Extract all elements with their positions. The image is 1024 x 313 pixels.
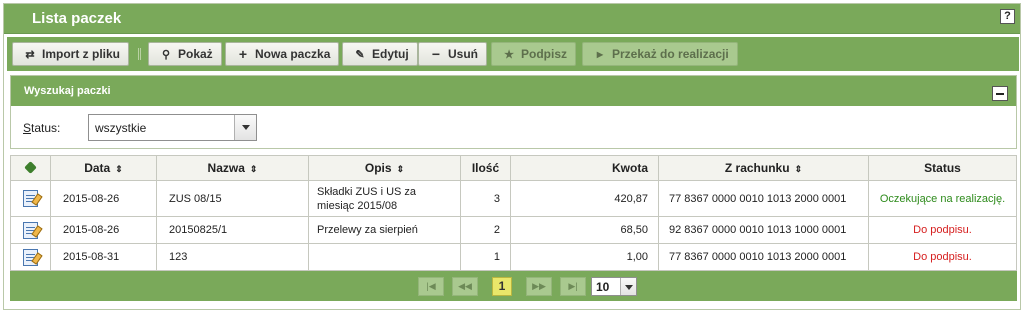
toolbar: ⇄ Import z pliku ⚲ Pokaż + Nowa paczka ✎… <box>7 37 1019 71</box>
play-arrow-icon: ▶ <box>596 49 604 59</box>
column-header-data-label: Data <box>84 161 111 175</box>
show-button[interactable]: ⚲ Pokaż <box>148 42 222 66</box>
edit-button-label: Edytuj <box>372 47 409 61</box>
column-header-status: Status <box>868 155 1017 181</box>
cell-kwota: 68,50 <box>510 216 659 244</box>
table-header-row: Data ⇕ Nazwa ⇕ Opis ⇕ Ilość Kwota Z rachunk… <box>10 155 1017 181</box>
cell-data: 2015-08-31 <box>50 243 157 271</box>
plus-icon: + <box>238 46 248 62</box>
table-row[interactable]: 2015-08-26 ZUS 08/15 Składki ZUS i US za… <box>10 180 1017 217</box>
import-button-label: Import z pliku <box>42 47 120 61</box>
import-button[interactable]: ⇄ Import z pliku <box>12 42 129 66</box>
cell-data: 2015-08-26 <box>50 180 157 217</box>
column-header-opis[interactable]: Opis ⇕ <box>308 155 461 181</box>
tag-icon <box>24 161 37 174</box>
pencil-icon: ✎ <box>355 48 365 61</box>
collapse-button[interactable] <box>992 86 1008 101</box>
column-header-nazwa-label: Nazwa <box>207 161 245 175</box>
sign-button-label: Podpisz <box>521 47 568 61</box>
cell-opis: Przelewy za sierpień <box>308 216 461 244</box>
search-panel: Wyszukaj paczki Status: wszystkie <box>10 75 1017 149</box>
send-to-realization-button[interactable]: ▶ Przekaż do realizacji <box>582 42 738 66</box>
new-package-button-label: Nowa paczka <box>255 47 331 61</box>
cell-rachunek: 77 8367 0000 0010 1013 2000 0001 <box>658 243 869 271</box>
column-header-rachunek[interactable]: Z rachunku ⇕ <box>658 155 869 181</box>
search-panel-header: Wyszukaj paczki <box>11 76 1016 106</box>
cell-status: Do podpisu. <box>868 216 1017 244</box>
cell-opis-line2: miesiąc 2015/08 <box>317 199 398 212</box>
edit-button[interactable]: ✎ Edytuj <box>342 42 418 66</box>
status-select-value: wszystkie <box>95 121 147 135</box>
cell-status: Do podpisu. <box>868 243 1017 271</box>
status-select[interactable]: wszystkie <box>88 114 257 141</box>
packages-table-wrap: Data ⇕ Nazwa ⇕ Opis ⇕ Ilość Kwota Z rachunk… <box>10 155 1017 271</box>
help-button[interactable]: ? <box>1000 9 1015 24</box>
sort-icon: ⇕ <box>794 164 803 174</box>
title-bar: Lista paczek ? <box>4 4 1020 34</box>
search-panel-title: Wyszukaj paczki <box>24 85 111 97</box>
table-row[interactable]: 2015-08-26 20150825/1 Przelewy za sierpi… <box>10 216 1017 244</box>
edit-document-icon[interactable] <box>23 221 38 239</box>
cell-nazwa: ZUS 08/15 <box>156 180 309 217</box>
column-header-kwota: Kwota <box>510 155 659 181</box>
minus-icon: − <box>431 46 441 62</box>
pager: |◀ ◀◀ 1 ▶▶ ▶| 10 <box>10 271 1017 301</box>
cell-ilosc: 3 <box>460 180 511 217</box>
edit-document-icon[interactable] <box>23 248 38 266</box>
cell-kwota: 1,00 <box>510 243 659 271</box>
current-page[interactable]: 1 <box>492 277 512 296</box>
column-header-rachunek-label: Z rachunku <box>724 161 790 175</box>
column-header-data[interactable]: Data ⇕ <box>50 155 157 181</box>
cell-ilosc: 2 <box>460 216 511 244</box>
cell-rachunek: 77 8367 0000 0010 1013 2000 0001 <box>658 180 869 217</box>
sort-icon: ⇕ <box>396 163 405 174</box>
cell-opis-line1: Składki ZUS i US za <box>317 185 417 198</box>
star-icon: ★ <box>504 48 514 61</box>
table-row[interactable]: 2015-08-31 123 1 1,00 77 8367 0000 0010 … <box>10 243 1017 271</box>
sign-button[interactable]: ★ Podpisz <box>491 42 577 66</box>
status-label: Status: <box>23 121 60 135</box>
send-to-realization-button-label: Przekaż do realizacji <box>612 47 729 61</box>
last-page-button[interactable]: ▶| <box>560 277 586 296</box>
column-header-tag[interactable] <box>10 155 51 181</box>
cell-kwota: 420,87 <box>510 180 659 217</box>
cell-opis <box>308 243 461 271</box>
show-button-label: Pokaż <box>178 47 213 61</box>
column-header-nazwa[interactable]: Nazwa ⇕ <box>156 155 309 181</box>
status-label-accesskey: S <box>23 121 32 135</box>
cell-nazwa: 20150825/1 <box>156 216 309 244</box>
packages-table: Data ⇕ Nazwa ⇕ Opis ⇕ Ilość Kwota Z rachunk… <box>10 155 1017 271</box>
toolbar-separator <box>138 48 141 60</box>
sort-icon: ⇕ <box>115 164 123 174</box>
first-page-button[interactable]: |◀ <box>418 277 444 296</box>
magnifier-icon: ⚲ <box>161 48 171 61</box>
edit-document-icon[interactable] <box>23 190 38 207</box>
page-size-value: 10 <box>596 280 610 294</box>
delete-button-label: Usuń <box>448 47 478 61</box>
delete-button[interactable]: − Usuń <box>418 42 487 66</box>
cell-opis: Składki ZUS i US za miesiąc 2015/08 <box>308 180 461 217</box>
cell-nazwa: 123 <box>156 243 309 271</box>
next-page-button[interactable]: ▶▶ <box>526 277 552 296</box>
cell-data: 2015-08-26 <box>50 216 157 244</box>
chevron-down-icon[interactable] <box>620 278 636 295</box>
sort-icon: ⇕ <box>249 164 258 174</box>
page-title: Lista paczek <box>32 10 122 27</box>
column-header-opis-label: Opis <box>364 160 392 175</box>
column-header-ilosc: Ilość <box>460 155 511 181</box>
status-label-rest: tatus: <box>31 121 61 135</box>
import-arrows-icon: ⇄ <box>25 48 35 61</box>
cell-status: Oczekujące na realizację. <box>868 180 1017 217</box>
page-size-select[interactable]: 10 <box>591 277 637 296</box>
new-package-button[interactable]: + Nowa paczka <box>225 42 340 66</box>
cell-rachunek: 92 8367 0000 0010 1013 1000 0001 <box>658 216 869 244</box>
chevron-down-icon[interactable] <box>234 115 256 140</box>
app-frame: Lista paczek ? ⇄ Import z pliku ⚲ Pokaż … <box>3 3 1021 310</box>
cell-ilosc: 1 <box>460 243 511 271</box>
prev-page-button[interactable]: ◀◀ <box>452 277 478 296</box>
